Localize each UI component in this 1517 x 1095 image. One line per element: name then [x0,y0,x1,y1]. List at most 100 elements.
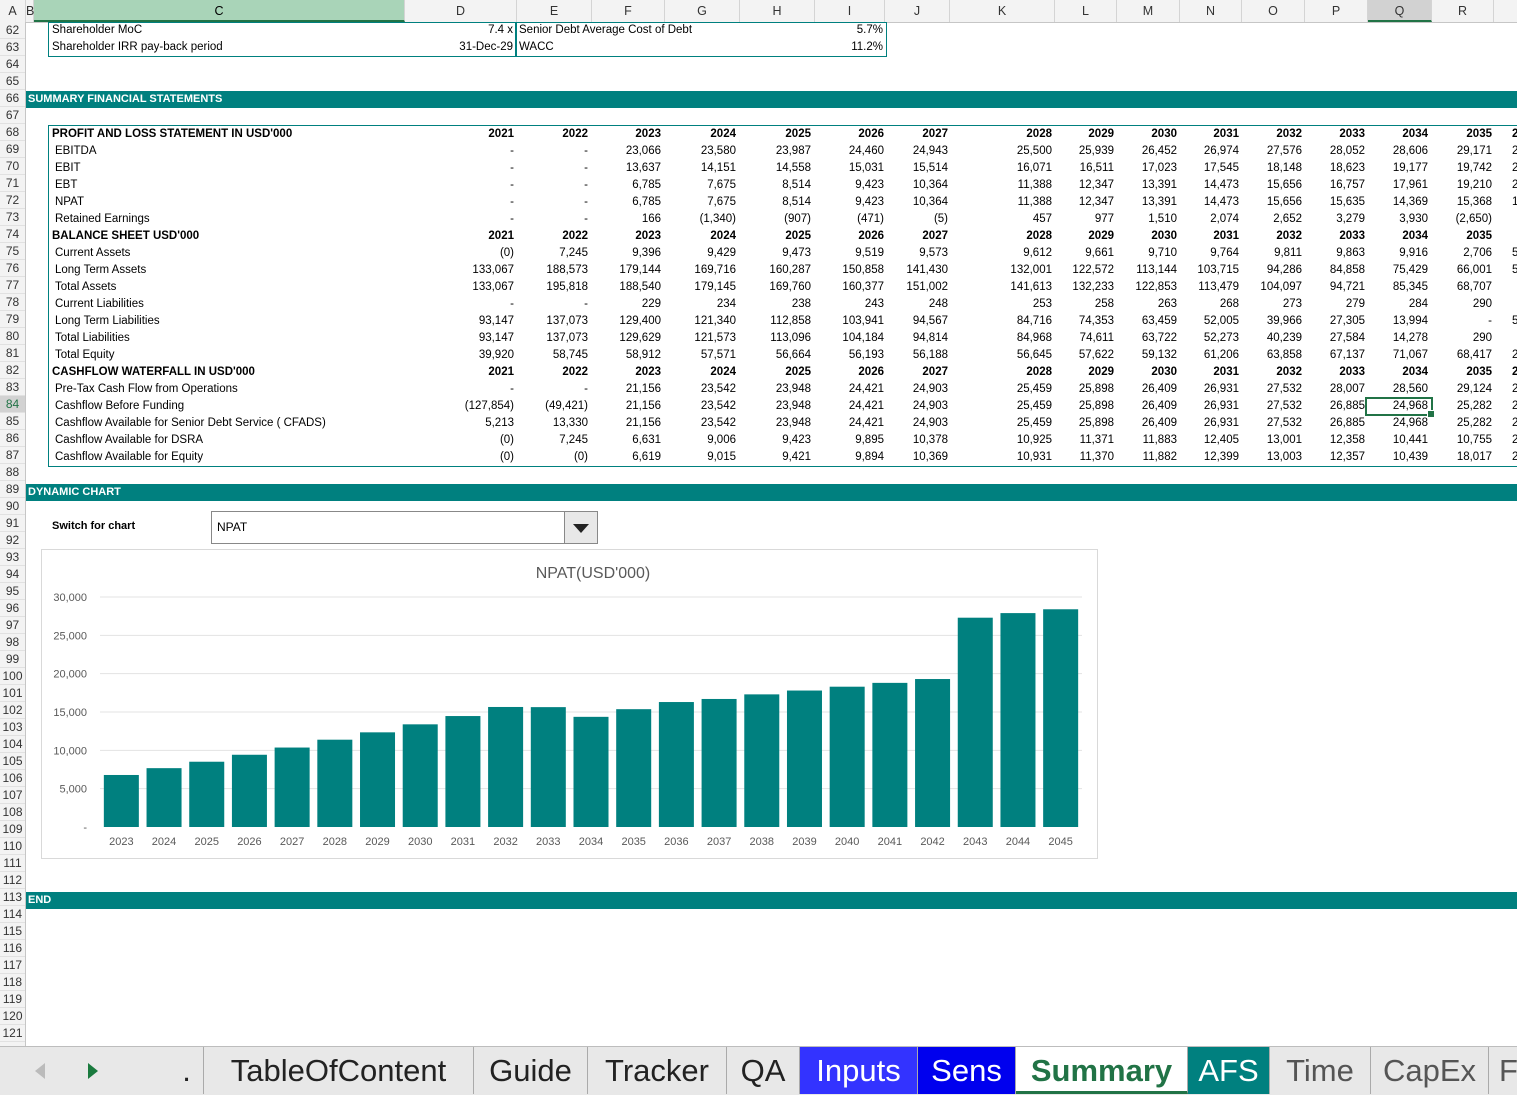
column-header-m[interactable]: M [1117,0,1180,22]
year-header[interactable]: 2021 [444,228,514,245]
table-cell[interactable]: 15,514 [878,160,948,177]
table-cell[interactable]: 137,073 [518,330,588,347]
table-cell[interactable]: 15,031 [814,160,884,177]
table-cell[interactable]: 27,305 [1295,313,1365,330]
section-header[interactable]: CASHFLOW WATERFALL IN USD'000 [52,364,255,381]
table-cell[interactable]: 9,423 [814,194,884,211]
table-cell[interactable]: 11,388 [982,194,1052,211]
moc-value[interactable]: 7.4 x [420,22,513,39]
year-header[interactable]: 2033 [1295,126,1365,143]
table-cell[interactable]: 57,571 [666,347,736,364]
table-cell[interactable]: 290 [1422,330,1492,347]
moc-label[interactable]: Shareholder MoC [52,22,142,39]
table-row-label[interactable]: Total Liabilities [55,330,130,347]
tab-inputs[interactable]: Inputs [800,1047,918,1094]
table-cell[interactable]: 160,287 [741,262,811,279]
overflow-cell[interactable]: 5 [1512,262,1517,279]
table-cell[interactable]: 977 [1044,211,1114,228]
table-cell[interactable]: 9,916 [1358,245,1428,262]
row-header-78[interactable]: 78 [0,294,25,311]
row-header-89[interactable]: 89 [0,481,25,498]
table-cell[interactable]: 133,067 [444,262,514,279]
table-cell[interactable]: 19,210 [1422,177,1492,194]
overflow-cell[interactable]: 2 [1512,347,1517,364]
overflow-cell[interactable]: 2 [1512,432,1517,449]
row-header-66[interactable]: 66 [0,90,25,107]
year-header[interactable]: 2035 [1422,364,1492,381]
year-header[interactable]: 2026 [814,364,884,381]
tab-afs[interactable]: AFS [1188,1047,1270,1094]
wacc-value[interactable]: 11.2% [790,39,883,56]
row-header-71[interactable]: 71 [0,175,25,192]
table-cell[interactable]: 188,540 [591,279,661,296]
table-cell[interactable]: 52,273 [1169,330,1239,347]
row-header-109[interactable]: 109 [0,821,25,838]
table-cell[interactable]: (49,421) [518,398,588,415]
row-header-84[interactable]: 84 [0,396,25,413]
table-cell[interactable]: 24,903 [878,398,948,415]
tab-qa[interactable]: QA [727,1047,800,1094]
table-cell[interactable]: 59,132 [1107,347,1177,364]
row-header-95[interactable]: 95 [0,583,25,600]
table-cell[interactable]: (2,650) [1422,211,1492,228]
table-cell[interactable]: - [518,143,588,160]
table-cell[interactable]: 195,818 [518,279,588,296]
table-row-label[interactable]: EBITDA [55,143,97,160]
column-header-c[interactable]: C [34,0,405,22]
table-cell[interactable]: 75,429 [1358,262,1428,279]
table-cell[interactable]: (471) [814,211,884,228]
row-header-98[interactable]: 98 [0,634,25,651]
table-cell[interactable]: 13,391 [1107,194,1177,211]
year-header[interactable]: 2033 [1295,364,1365,381]
table-cell[interactable]: 56,664 [741,347,811,364]
table-cell[interactable]: 137,073 [518,313,588,330]
row-header-77[interactable]: 77 [0,277,25,294]
table-cell[interactable]: 5,213 [444,415,514,432]
table-cell[interactable]: 13,391 [1107,177,1177,194]
table-cell[interactable]: 179,145 [666,279,736,296]
table-cell[interactable]: 26,931 [1169,415,1239,432]
row-header-88[interactable]: 88 [0,464,25,481]
row-header-74[interactable]: 74 [0,226,25,243]
table-cell[interactable]: 258 [1044,296,1114,313]
year-header[interactable]: 2032 [1232,364,1302,381]
table-cell[interactable]: 8,514 [741,177,811,194]
row-header-80[interactable]: 80 [0,328,25,345]
table-cell[interactable]: 14,558 [741,160,811,177]
table-cell[interactable]: 23,542 [666,398,736,415]
table-cell[interactable]: 12,399 [1169,449,1239,466]
table-cell[interactable]: - [518,296,588,313]
table-cell[interactable]: 122,572 [1044,262,1114,279]
table-cell[interactable]: 104,184 [814,330,884,347]
row-header-107[interactable]: 107 [0,787,25,804]
table-cell[interactable]: 141,613 [982,279,1052,296]
table-cell[interactable]: 84,968 [982,330,1052,347]
table-cell[interactable]: 268 [1169,296,1239,313]
row-header-99[interactable]: 99 [0,651,25,668]
table-cell[interactable]: 9,015 [666,449,736,466]
table-cell[interactable]: 21,156 [591,415,661,432]
table-cell[interactable]: 13,994 [1358,313,1428,330]
table-cell[interactable]: 26,409 [1107,381,1177,398]
table-cell[interactable]: 3,279 [1295,211,1365,228]
year-header[interactable]: 2026 [814,126,884,143]
table-cell[interactable]: 74,611 [1044,330,1114,347]
table-cell[interactable]: 18,623 [1295,160,1365,177]
table-cell[interactable]: 169,760 [741,279,811,296]
table-cell[interactable]: 6,785 [591,177,661,194]
table-cell[interactable]: 15,656 [1232,177,1302,194]
table-cell[interactable]: 9,863 [1295,245,1365,262]
table-cell[interactable]: 25,898 [1044,398,1114,415]
table-cell[interactable]: 28,052 [1295,143,1365,160]
table-cell[interactable]: 23,542 [666,381,736,398]
tab-sens[interactable]: Sens [918,1047,1016,1094]
table-cell[interactable]: (0) [444,432,514,449]
year-header[interactable]: 2031 [1169,228,1239,245]
year-header[interactable]: 2023 [591,364,661,381]
year-header[interactable]: 2022 [518,364,588,381]
table-row-label[interactable]: Retained Earnings [55,211,150,228]
table-cell[interactable]: 27,532 [1232,398,1302,415]
table-cell[interactable]: (1,340) [666,211,736,228]
year-header[interactable]: 2027 [878,126,948,143]
table-cell[interactable]: 24,968 [1358,415,1428,432]
